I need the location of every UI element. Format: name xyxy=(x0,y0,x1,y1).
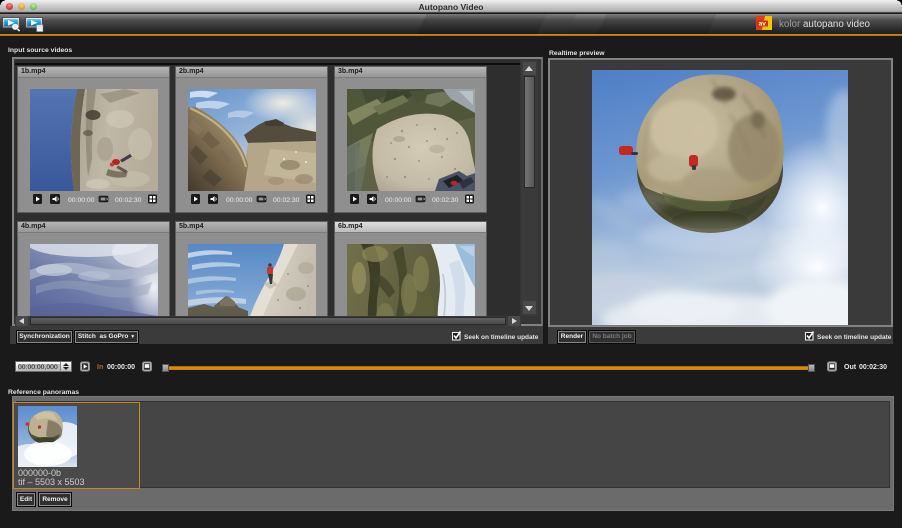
svg-text:00:00:00: 00:00:00 xyxy=(385,197,412,204)
svg-text:00:00:00: 00:00:00 xyxy=(226,197,253,204)
svg-text:av: av xyxy=(759,21,767,28)
svg-text:00:00:00: 00:00:00 xyxy=(68,197,95,204)
svg-text:00:02:30: 00:02:30 xyxy=(115,197,142,204)
svg-text:00:02:30: 00:02:30 xyxy=(273,197,300,204)
svg-text:00:02:30: 00:02:30 xyxy=(432,197,459,204)
